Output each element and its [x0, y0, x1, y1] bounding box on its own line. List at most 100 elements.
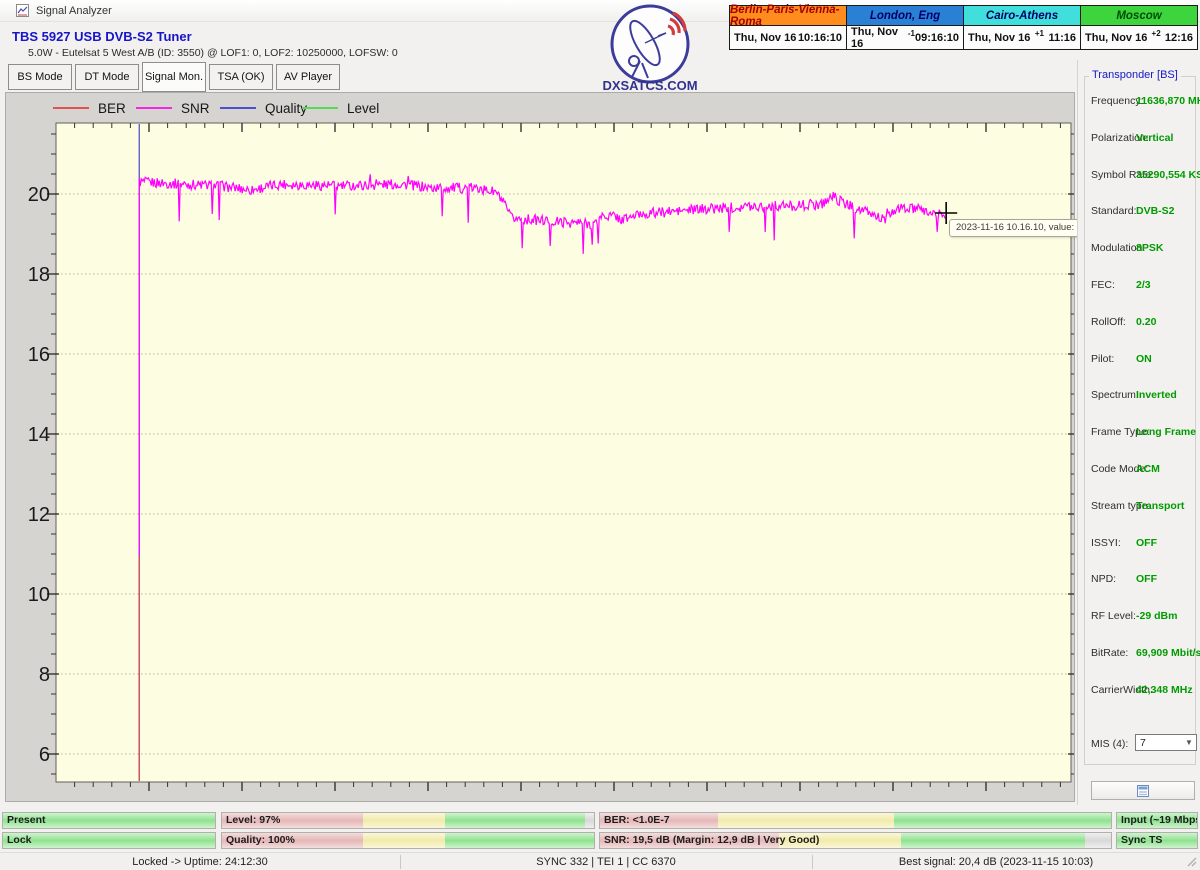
status-led-input-19-mbps-: Input (~19 Mbps)	[1116, 812, 1198, 829]
tp-label-6: RollOff:	[1091, 316, 1126, 328]
y-tick-label: 8	[39, 664, 50, 686]
status-led-present: Present	[2, 812, 216, 829]
meter-segment-green	[445, 813, 585, 828]
meter-segment-gray	[1085, 833, 1111, 848]
chevron-down-icon: ▼	[1182, 738, 1196, 747]
clock-date: Thu, Nov 16	[851, 26, 908, 50]
clock-region: Cairo-Athens	[964, 6, 1080, 26]
logo-text: DXSATCS.COM	[602, 78, 697, 93]
y-axis-labels: 68101214161820	[28, 184, 50, 766]
tp-value-13: OFF	[1136, 573, 1157, 585]
clock-1: London, EngThu, Nov 16-109:16:10	[847, 6, 964, 49]
transponder-panel: Transponder [BS] Frequency:11636,870 MHz…	[1077, 60, 1200, 805]
meter-segment-yellow	[718, 813, 894, 828]
tuner-title: TBS 5927 USB DVB-S2 Tuner	[12, 29, 192, 44]
tuner-subtitle: 5.0W - Eutelsat 5 West A/B (ID: 3550) @ …	[28, 47, 398, 59]
tp-label-3: Standard:	[1091, 205, 1137, 217]
tp-value-3: DVB-S2	[1136, 205, 1175, 217]
tab-bs-mode[interactable]: BS Mode	[8, 64, 72, 90]
dxsatcs-logo: DXSATCS.COM	[590, 3, 710, 93]
tp-value-8: Inverted	[1136, 389, 1177, 401]
meter-bar: Quality: 100%	[221, 832, 595, 849]
statusbar: Locked -> Uptime: 24:12:30 SYNC 332 | TE…	[0, 852, 1200, 870]
clock-date: Thu, Nov 16	[968, 32, 1030, 44]
y-tick-label: 20	[28, 184, 50, 206]
tp-label-15: BitRate:	[1091, 647, 1128, 659]
tp-label-8: Spectrum:	[1091, 389, 1139, 401]
mis-label: MIS (4):	[1091, 738, 1128, 750]
y-tick-label: 12	[28, 504, 50, 526]
tooltip-text: 2023-11-16 10.16.10, value: 19,5	[956, 222, 1095, 233]
meter-segment-yellow	[363, 813, 445, 828]
world-clocks: Berlin-Paris-Vienna-RomaThu, Nov 1610:16…	[729, 5, 1198, 50]
tp-value-14: -29 dBm	[1136, 610, 1177, 622]
chart-canvas[interactable]: 68101214161820	[6, 93, 1074, 801]
tab-signal-mon-[interactable]: Signal Mon.	[142, 62, 206, 92]
tab-tsa-ok-[interactable]: TSA (OK)	[209, 64, 273, 90]
clock-time: 11:16	[1048, 32, 1076, 44]
tp-value-0: 11636,870 MHz	[1136, 95, 1200, 107]
meter-bar: BER: <1.0E-7	[599, 812, 1112, 829]
clock-datetime: Thu, Nov 16-109:16:10	[847, 26, 963, 49]
clock-3: MoscowThu, Nov 16+212:16	[1081, 6, 1197, 49]
tp-value-15: 69,909 Mbit/s	[1136, 647, 1200, 659]
clock-utc-offset: +2	[1152, 29, 1161, 38]
bar-text: Lock	[7, 834, 32, 846]
tp-label-13: NPD:	[1091, 573, 1116, 585]
meter-segment-yellow	[363, 833, 445, 848]
tp-value-7: ON	[1136, 353, 1152, 365]
meter-segment-gray	[585, 813, 594, 828]
clock-utc-offset: -1	[908, 29, 915, 38]
report-icon	[1136, 785, 1150, 797]
bar-text: Level: 97%	[226, 814, 280, 826]
bar-text: BER: <1.0E-7	[604, 814, 670, 826]
clock-datetime: Thu, Nov 16+212:16	[1081, 26, 1197, 49]
tp-value-5: 2/3	[1136, 279, 1151, 291]
tp-value-10: ACM	[1136, 463, 1160, 475]
statusbar-best-signal: Best signal: 20,4 dB (2023-11-15 10:03)	[812, 853, 1180, 870]
tp-value-11: Transport	[1136, 500, 1184, 512]
status-led-sync-ts: Sync TS	[1116, 832, 1198, 849]
clock-utc-offset: +1	[1035, 29, 1044, 38]
signal-chart[interactable]: BERSNRQualityLevel 68101214161820 2023-1…	[5, 92, 1075, 802]
tp-label-5: FEC:	[1091, 279, 1115, 291]
statusbar-lock-uptime: Locked -> Uptime: 24:12:30	[0, 853, 400, 870]
statusbar-sync-counters: SYNC 332 | TEI 1 | CC 6370	[400, 853, 812, 870]
tp-value-9: Long Frame	[1136, 426, 1196, 438]
meter-segment-green	[445, 833, 594, 848]
bar-text: Sync TS	[1121, 834, 1162, 846]
meter-bar: Level: 97%	[221, 812, 595, 829]
tp-value-6: 0.20	[1136, 316, 1156, 328]
clock-region: Berlin-Paris-Vienna-Roma	[730, 6, 846, 26]
tp-value-4: 8PSK	[1136, 242, 1163, 254]
tab-dt-mode[interactable]: DT Mode	[75, 64, 139, 90]
y-tick-label: 18	[28, 264, 50, 286]
tp-value-2: 35290,554 KS/s	[1136, 169, 1200, 181]
app-icon	[16, 4, 29, 17]
resize-grip[interactable]	[1186, 856, 1198, 868]
y-tick-label: 10	[28, 584, 50, 606]
mis-dropdown[interactable]: 7 ▼	[1135, 734, 1197, 751]
signal-analyzer-window: Signal Analyzer TBS 5927 USB DVB-S2 Tune…	[0, 0, 1200, 870]
tp-value-1: Vertical	[1136, 132, 1173, 144]
tp-label-14: RF Level:	[1091, 610, 1136, 622]
logo-ring	[612, 6, 688, 82]
tp-label-7: Pilot:	[1091, 353, 1114, 365]
tp-label-12: ISSYI:	[1091, 537, 1121, 549]
clock-region: Moscow	[1081, 6, 1197, 26]
window-title: Signal Analyzer	[36, 5, 112, 17]
meter-segment-green	[894, 813, 1111, 828]
meter-bar: SNR: 19,5 dB (Margin: 12,9 dB | Very Goo…	[599, 832, 1112, 849]
clock-time: 12:16	[1165, 32, 1193, 44]
clock-datetime: Thu, Nov 1610:16:10	[730, 26, 846, 49]
tab-av-player[interactable]: AV Player	[276, 64, 340, 90]
report-button[interactable]	[1091, 781, 1195, 800]
clock-region: London, Eng	[847, 6, 963, 26]
clock-datetime: Thu, Nov 16 +1 11:16	[964, 26, 1080, 49]
y-tick-label: 6	[39, 744, 50, 766]
clock-time: 10:16:10	[798, 32, 842, 44]
bar-text: Present	[7, 814, 46, 826]
status-led-lock: Lock	[2, 832, 216, 849]
y-tick-label: 16	[28, 344, 50, 366]
bar-text: Quality: 100%	[226, 834, 295, 846]
